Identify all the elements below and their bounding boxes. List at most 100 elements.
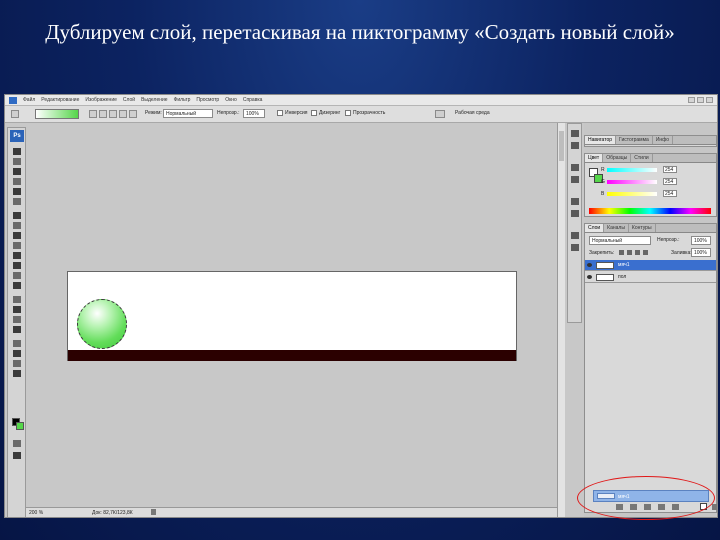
crop-tool-icon[interactable] <box>13 188 21 195</box>
tab-styles[interactable]: Стили <box>631 154 653 162</box>
tab-layers[interactable]: Слои <box>585 224 605 232</box>
screen-mode-icon[interactable] <box>13 452 21 459</box>
inverse-checkbox[interactable] <box>277 110 283 116</box>
menu-layer[interactable]: Слой <box>123 97 135 103</box>
color-spectrum-bar[interactable] <box>589 208 711 214</box>
scrollbar-thumb[interactable] <box>559 131 564 161</box>
opacity-field[interactable]: 100% <box>243 109 265 118</box>
angle-gradient-icon[interactable] <box>109 110 117 118</box>
diamond-gradient-icon[interactable] <box>129 110 137 118</box>
paragraph-panel-icon[interactable] <box>571 210 579 217</box>
path-selection-tool-icon[interactable] <box>13 296 21 303</box>
layer-row[interactable]: мяч1 <box>585 260 716 271</box>
menu-file[interactable]: Файл <box>23 97 35 103</box>
vertical-scrollbar[interactable] <box>557 123 565 517</box>
layers-tabs: Слои Каналы Контуры <box>585 224 716 233</box>
menu-select[interactable]: Выделение <box>141 97 168 103</box>
tab-swatches[interactable]: Образцы <box>603 154 632 162</box>
tab-histogram[interactable]: Гистограмма <box>616 136 653 144</box>
lasso-tool-icon[interactable] <box>13 168 21 175</box>
channel-r-field[interactable]: 254 <box>663 166 677 173</box>
document-canvas[interactable] <box>67 271 517 361</box>
slice-tool-icon[interactable] <box>13 198 21 205</box>
delete-layer-icon[interactable] <box>712 504 717 510</box>
eye-icon[interactable] <box>587 275 592 279</box>
opacity-value: 100% <box>246 111 259 117</box>
zoom-level[interactable]: 200 % <box>29 510 43 516</box>
blend-mode-value: Нормальный <box>592 238 623 244</box>
channel-b-field[interactable]: 254 <box>663 190 677 197</box>
move-tool-icon[interactable] <box>13 148 21 155</box>
healing-brush-tool-icon[interactable] <box>13 212 21 219</box>
magic-wand-tool-icon[interactable] <box>13 178 21 185</box>
actions-panel-icon[interactable] <box>571 142 579 149</box>
clone-stamp-tool-icon[interactable] <box>13 232 21 239</box>
menu-view[interactable]: Просмотр <box>196 97 219 103</box>
channel-r-slider[interactable] <box>607 168 657 172</box>
channel-g-field[interactable]: 254 <box>663 178 677 185</box>
tool-presets-panel-icon[interactable] <box>571 232 579 239</box>
zoom-tool-icon[interactable] <box>13 370 21 377</box>
pen-tool-icon[interactable] <box>13 316 21 323</box>
minimize-icon[interactable] <box>688 97 695 103</box>
lock-pixels-icon[interactable] <box>627 250 632 255</box>
reflected-gradient-icon[interactable] <box>119 110 127 118</box>
close-icon[interactable] <box>706 97 713 103</box>
workspace-icon[interactable] <box>435 110 445 118</box>
eye-icon[interactable] <box>587 263 592 267</box>
lock-label: Закрепить: <box>589 250 615 256</box>
fill-value: 100% <box>694 250 707 256</box>
tab-info[interactable]: Инфо <box>653 136 674 144</box>
history-brush-tool-icon[interactable] <box>13 242 21 249</box>
lock-all-icon[interactable] <box>643 250 648 255</box>
tab-paths[interactable]: Контуры <box>629 224 656 232</box>
type-tool-icon[interactable] <box>13 306 21 313</box>
fill-field[interactable]: 100% <box>691 248 711 257</box>
layer-comps-panel-icon[interactable] <box>571 244 579 251</box>
mode-value: Нормальный <box>166 111 197 117</box>
dodge-tool-icon[interactable] <box>13 282 21 289</box>
layer-row[interactable]: пол <box>585 272 716 283</box>
status-arrow-icon[interactable] <box>151 509 156 515</box>
lock-transparency-icon[interactable] <box>619 250 624 255</box>
brushes-panel-icon[interactable] <box>571 164 579 171</box>
menu-edit[interactable]: Редактирование <box>41 97 79 103</box>
tab-channels[interactable]: Каналы <box>604 224 629 232</box>
channel-b-slider[interactable] <box>607 192 657 196</box>
eraser-tool-icon[interactable] <box>13 252 21 259</box>
transparency-checkbox[interactable] <box>345 110 351 116</box>
gradient-tool-icon[interactable] <box>11 110 19 118</box>
blur-tool-icon[interactable] <box>13 272 21 279</box>
maximize-icon[interactable] <box>697 97 704 103</box>
clone-source-panel-icon[interactable] <box>571 176 579 183</box>
notes-tool-icon[interactable] <box>13 340 21 347</box>
blend-mode-select[interactable]: Нормальный <box>589 236 651 245</box>
brush-tool-icon[interactable] <box>13 222 21 229</box>
dither-checkbox[interactable] <box>311 110 317 116</box>
linear-gradient-icon[interactable] <box>89 110 97 118</box>
marquee-tool-icon[interactable] <box>13 158 21 165</box>
quick-mask-icon[interactable] <box>13 440 21 447</box>
tab-navigator[interactable]: Навигатор <box>585 136 617 144</box>
character-panel-icon[interactable] <box>571 198 579 205</box>
history-panel-icon[interactable] <box>571 130 579 137</box>
gradient-tool-icon[interactable] <box>13 262 21 269</box>
shape-tool-icon[interactable] <box>13 326 21 333</box>
hand-tool-icon[interactable] <box>13 360 21 367</box>
menu-image[interactable]: Изображение <box>85 97 117 103</box>
menu-window[interactable]: Окно <box>225 97 237 103</box>
channel-g-slider[interactable] <box>607 180 657 184</box>
toolbox: Ps <box>7 127 26 517</box>
gradient-picker[interactable] <box>35 109 79 119</box>
lock-position-icon[interactable] <box>635 250 640 255</box>
mode-select[interactable]: Нормальный <box>163 109 213 118</box>
menu-filter[interactable]: Фильтр <box>174 97 191 103</box>
radial-gradient-icon[interactable] <box>99 110 107 118</box>
menu-help[interactable]: Справка <box>243 97 263 103</box>
workspace-label[interactable]: Рабочая среда <box>455 110 490 116</box>
eyedropper-tool-icon[interactable] <box>13 350 21 357</box>
background-color-swatch[interactable] <box>16 422 24 430</box>
status-bar: 200 % Док: 82,7К/123,8К <box>26 507 557 517</box>
tab-color[interactable]: Цвет <box>585 154 604 162</box>
layers-opacity-field[interactable]: 100% <box>691 236 711 245</box>
